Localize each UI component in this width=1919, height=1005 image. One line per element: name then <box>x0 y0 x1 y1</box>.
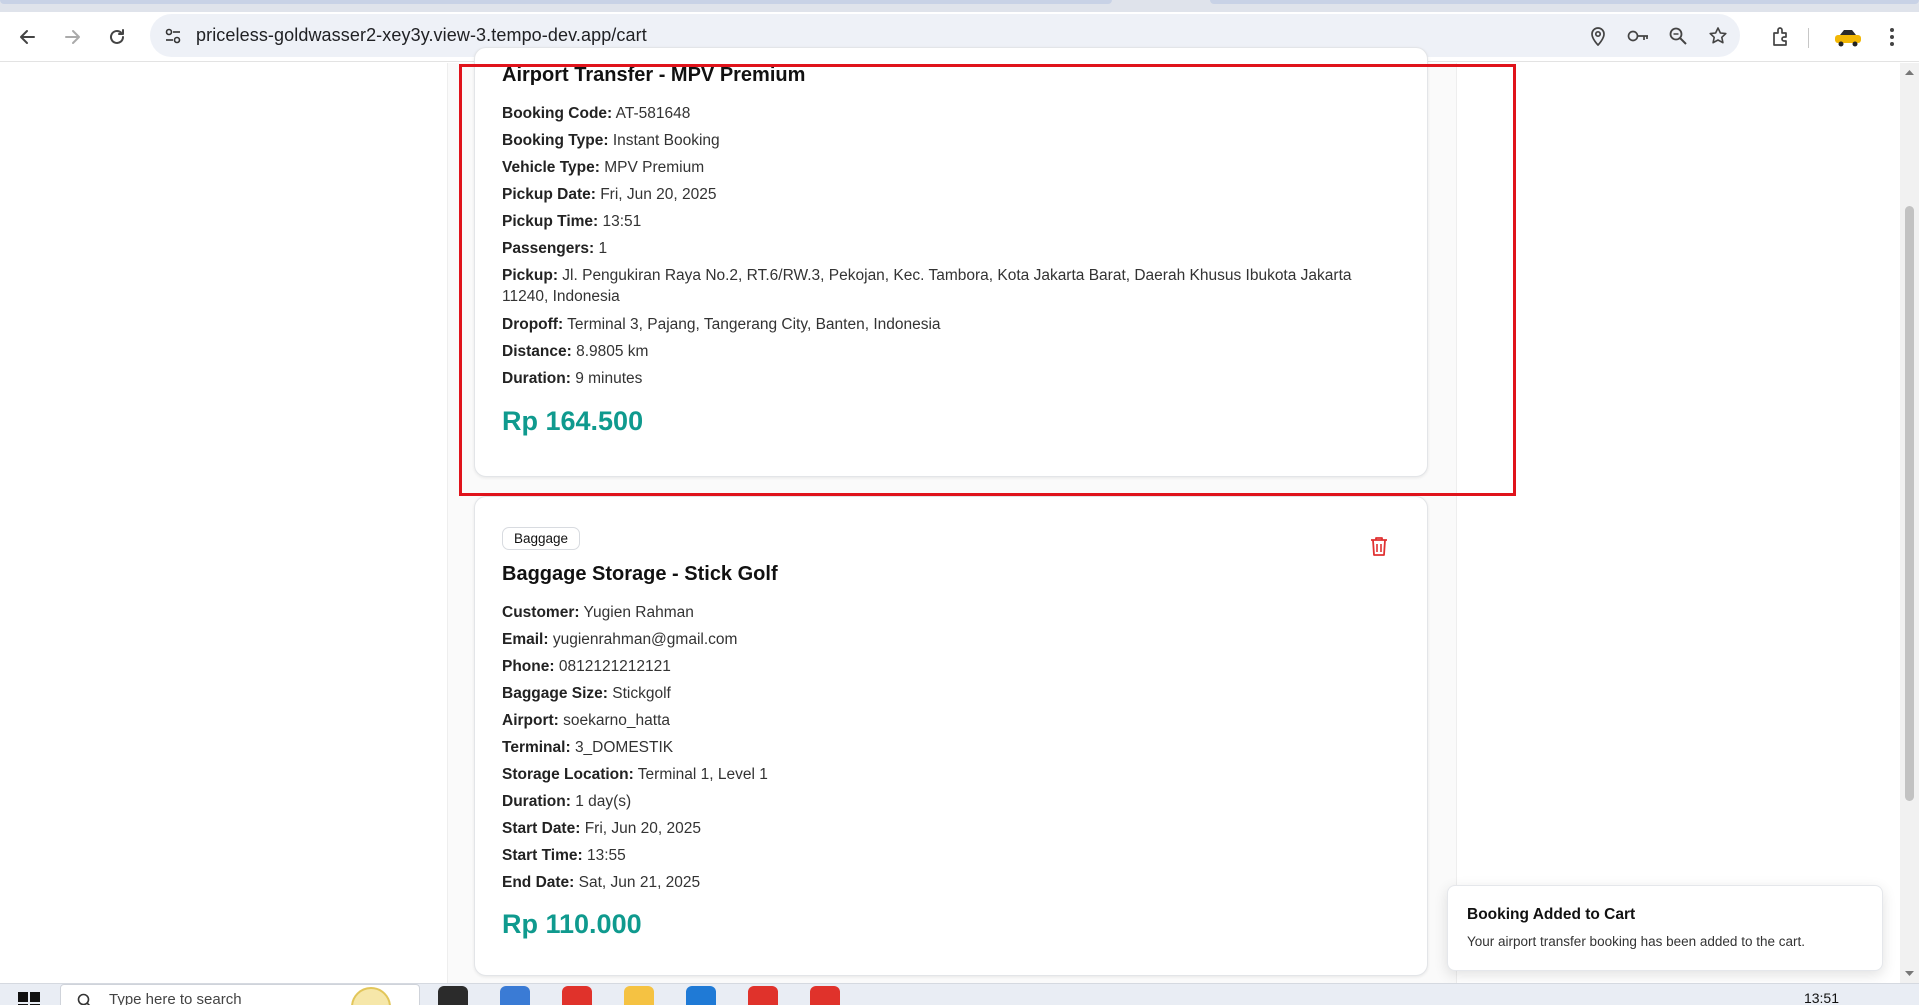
field-email: Email: yugienrahman@gmail.com <box>502 631 738 648</box>
location-icon <box>1591 27 1605 46</box>
field-airport: Airport: soekarno_hatta <box>502 712 670 729</box>
menu-icon <box>1890 28 1894 46</box>
start-button[interactable] <box>18 992 40 1005</box>
forward-button[interactable] <box>56 21 88 53</box>
forward-icon <box>65 30 80 44</box>
url-text[interactable]: priceless-goldwasser2-xey3y.view-3.tempo… <box>196 25 647 46</box>
bookmark-button[interactable] <box>1706 24 1730 48</box>
cart-item-title: Baggage Storage - Stick Golf <box>502 563 778 585</box>
windows-taskbar: Type here to search 13:51 <box>0 983 1919 1005</box>
field-end-date: End Date: Sat, Jun 21, 2025 <box>502 874 701 891</box>
cart-item-baggage-storage: Baggage Baggage Storage - Stick Golf Cus… <box>474 496 1428 976</box>
item-type-badge: Baggage <box>502 527 581 550</box>
extensions-button[interactable] <box>1767 23 1795 51</box>
toast-description: Your airport transfer booking has been a… <box>1467 934 1805 949</box>
zoom-icon <box>1669 27 1687 45</box>
cart-item-price: Rp 110.000 <box>502 909 642 939</box>
extensions-icon <box>1773 27 1787 46</box>
taskbar-search-box[interactable]: Type here to search <box>60 984 420 1005</box>
field-phone: Phone: 0812121212121 <box>502 658 671 675</box>
taskbar-app-chrome-1[interactable] <box>562 986 592 1005</box>
back-button[interactable] <box>12 21 44 53</box>
taskbar-app-vscode[interactable] <box>686 986 716 1005</box>
zoom-button[interactable] <box>1666 24 1690 48</box>
scroll-down-arrow-icon[interactable] <box>1904 968 1915 979</box>
field-start-date: Start Date: Fri, Jun 20, 2025 <box>502 820 702 837</box>
field-start-time: Start Time: 13:55 <box>502 847 626 864</box>
scrollbar-thumb[interactable] <box>1905 206 1914 801</box>
search-icon <box>77 993 91 1005</box>
remove-item-button[interactable] <box>1366 533 1392 559</box>
tab-strip <box>0 0 1919 12</box>
location-button[interactable] <box>1586 24 1610 48</box>
search-highlight-icon <box>351 987 391 1005</box>
profile-button[interactable] <box>1832 23 1864 51</box>
scroll-up-arrow-icon[interactable] <box>1904 67 1915 78</box>
reload-button[interactable] <box>101 21 133 53</box>
toast-notification[interactable]: Booking Added to Cart Your airport trans… <box>1447 885 1883 971</box>
field-storage-location: Storage Location: Terminal 1, Level 1 <box>502 766 768 783</box>
taskbar-app-explorer[interactable] <box>624 986 654 1005</box>
tab-active-indicator <box>0 0 1112 4</box>
tab-inactive-indicator <box>1210 0 1919 4</box>
site-settings-button[interactable] <box>162 25 184 47</box>
field-customer: Customer: Yugien Rahman <box>502 604 694 621</box>
page-scrollbar[interactable] <box>1900 63 1919 983</box>
field-terminal: Terminal: 3_DOMESTIK <box>502 739 674 756</box>
taskbar-app-chrome-2[interactable] <box>748 986 778 1005</box>
toolbar-divider <box>1808 28 1809 48</box>
passwords-button[interactable] <box>1626 24 1650 48</box>
field-duration: Duration: 1 day(s) <box>502 793 632 810</box>
taskbar-app-copilot[interactable] <box>500 986 530 1005</box>
site-settings-icon <box>165 28 181 44</box>
back-icon <box>20 30 35 44</box>
trash-icon <box>1371 537 1387 556</box>
star-icon <box>1709 27 1727 44</box>
taskbar-clock[interactable]: 13:51 <box>1804 990 1839 1005</box>
key-icon <box>1627 30 1648 42</box>
taskbar-app-taskview[interactable] <box>438 986 468 1005</box>
browser-menu-button[interactable] <box>1878 23 1906 51</box>
windows-icon <box>18 992 40 1005</box>
taskbar-app-chrome-3[interactable] <box>810 986 840 1005</box>
reload-icon <box>110 29 124 44</box>
profile-icon <box>1835 30 1861 47</box>
page-viewport: Airport Transfer - MPV Premium Booking C… <box>0 47 1919 983</box>
highlight-annotation-box <box>459 64 1516 496</box>
taskbar-search-text: Type here to search <box>109 991 242 1005</box>
field-baggage-size: Baggage Size: Stickgolf <box>502 685 671 702</box>
toast-title: Booking Added to Cart <box>1467 906 1636 923</box>
